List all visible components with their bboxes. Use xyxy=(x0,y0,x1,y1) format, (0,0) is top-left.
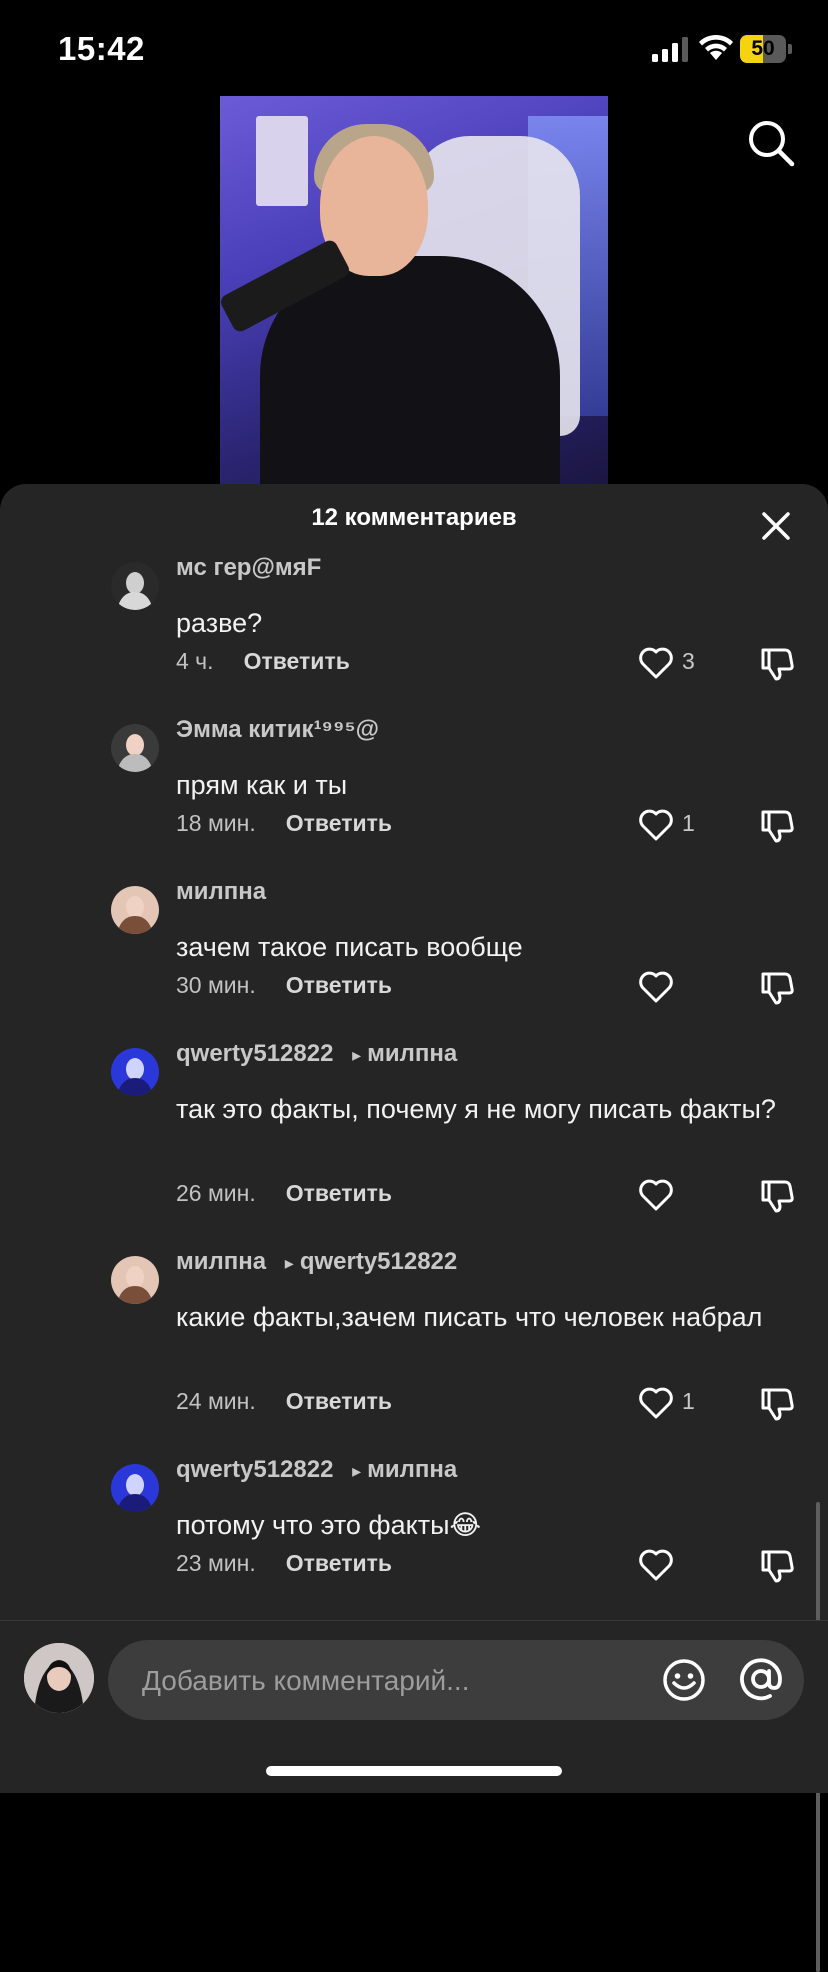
heart-icon xyxy=(639,1549,673,1581)
battery-indicator: 50 xyxy=(740,35,792,63)
comment-time: 30 мин. xyxy=(176,972,256,998)
heart-icon xyxy=(639,1179,673,1211)
close-icon[interactable] xyxy=(758,508,794,544)
reply-button[interactable]: Ответить xyxy=(286,972,392,998)
comment-username-row: милпна ▸ qwerty512822 xyxy=(176,1248,457,1276)
comment-username-row: qwerty512822 ▸ милпна xyxy=(176,1456,457,1484)
reply-button[interactable]: Ответить xyxy=(244,648,350,674)
comment-text: прям как и ты xyxy=(176,770,348,800)
commenter-avatar[interactable] xyxy=(111,562,159,610)
cellular-signal-icon xyxy=(652,37,688,62)
comment-time: 4 ч. xyxy=(176,648,214,674)
wifi-icon xyxy=(699,34,733,60)
comment-username[interactable]: qwerty512822 xyxy=(176,1040,333,1067)
heart-icon xyxy=(639,647,673,679)
like-button[interactable]: 1 xyxy=(638,808,708,842)
reply-to-username[interactable]: милпна xyxy=(367,1456,457,1483)
reply-arrow-icon: ▸ xyxy=(352,1461,362,1481)
like-button[interactable] xyxy=(638,1548,708,1582)
dislike-icon[interactable] xyxy=(758,1548,796,1584)
heart-icon xyxy=(639,971,673,1003)
comment-meta: 26 мин. Ответить xyxy=(176,1180,392,1207)
heart-icon xyxy=(639,1387,673,1419)
dislike-icon[interactable] xyxy=(758,808,796,844)
like-button[interactable] xyxy=(638,970,708,1004)
comment-text: так это факты, почему я не могу писать ф… xyxy=(176,1094,776,1124)
comments-sheet: 12 комментариев мс гер@мяF разве? 4 ч. От… xyxy=(0,484,828,1972)
comment-username-row: мс гер@мяF xyxy=(176,554,321,582)
comment-time: 26 мин. xyxy=(176,1180,256,1206)
like-count: 1 xyxy=(682,810,695,836)
comment-username[interactable]: мс гер@мяF xyxy=(176,554,321,581)
comment-username[interactable]: милпна xyxy=(176,878,266,905)
comment-meta: 18 мин. Ответить xyxy=(176,810,392,837)
comment-time: 24 мин. xyxy=(176,1388,256,1414)
comment-username-row: qwerty512822 ▸ милпна xyxy=(176,1040,457,1068)
like-button[interactable]: 3 xyxy=(638,646,708,680)
comment-input-field[interactable] xyxy=(108,1640,804,1722)
reply-button[interactable]: Ответить xyxy=(286,1180,392,1206)
comment-meta: 24 мин. Ответить xyxy=(176,1388,392,1415)
comment-username-row: милпна xyxy=(176,878,266,906)
comments-count-title: 12 комментариев xyxy=(311,504,517,531)
commenter-avatar[interactable] xyxy=(111,1464,159,1512)
comment-input[interactable] xyxy=(140,1640,644,1722)
status-bar: 15:42 50 xyxy=(0,0,828,100)
commenter-avatar[interactable] xyxy=(111,886,159,934)
comment-time: 18 мин. xyxy=(176,810,256,836)
status-time: 15:42 xyxy=(58,30,145,67)
comment-time: 23 мин. xyxy=(176,1550,256,1576)
like-button[interactable] xyxy=(638,1178,708,1212)
commenter-avatar[interactable] xyxy=(111,724,159,772)
commenter-avatar[interactable] xyxy=(111,1256,159,1304)
search-icon[interactable] xyxy=(746,118,796,168)
commenter-avatar[interactable] xyxy=(111,1048,159,1096)
home-indicator[interactable] xyxy=(266,1766,562,1776)
comment-text: разве? xyxy=(176,608,263,638)
reply-to-username[interactable]: qwerty512822 xyxy=(300,1248,457,1275)
reply-arrow-icon: ▸ xyxy=(352,1045,362,1065)
comment-username[interactable]: Эмма китик¹⁹⁹⁵@ xyxy=(176,716,379,743)
comment-meta: 30 мин. Ответить xyxy=(176,972,392,999)
dislike-icon[interactable] xyxy=(758,1178,796,1214)
reply-arrow-icon: ▸ xyxy=(284,1253,294,1273)
reply-button[interactable]: Ответить xyxy=(286,1388,392,1414)
heart-icon xyxy=(639,809,673,841)
like-count: 3 xyxy=(682,648,695,674)
like-button[interactable]: 1 xyxy=(638,1386,708,1420)
video-preview[interactable] xyxy=(220,96,608,488)
comment-username-row: Эмма китик¹⁹⁹⁵@ xyxy=(176,716,379,744)
comment-text: зачем такое писать вообще xyxy=(176,932,523,962)
mention-icon[interactable] xyxy=(738,1656,784,1702)
like-count: 1 xyxy=(682,1388,695,1414)
comment-meta: 4 ч. Ответить xyxy=(176,648,350,675)
dislike-icon[interactable] xyxy=(758,970,796,1006)
comment-meta: 23 мин. Ответить xyxy=(176,1550,392,1577)
reply-button[interactable]: Ответить xyxy=(286,810,392,836)
comment-text: какие факты,зачем писать что человек наб… xyxy=(176,1302,763,1332)
emoji-icon[interactable] xyxy=(662,1658,706,1702)
comment-username[interactable]: qwerty512822 xyxy=(176,1456,333,1483)
dislike-icon[interactable] xyxy=(758,1386,796,1422)
reply-to-username[interactable]: милпна xyxy=(367,1040,457,1067)
battery-level: 50 xyxy=(751,37,775,60)
reply-button[interactable]: Ответить xyxy=(286,1550,392,1576)
comment-text: потому что это факты😂 xyxy=(176,1510,482,1540)
dislike-icon[interactable] xyxy=(758,646,796,682)
my-avatar[interactable] xyxy=(24,1643,94,1713)
comment-username[interactable]: милпна xyxy=(176,1248,266,1275)
